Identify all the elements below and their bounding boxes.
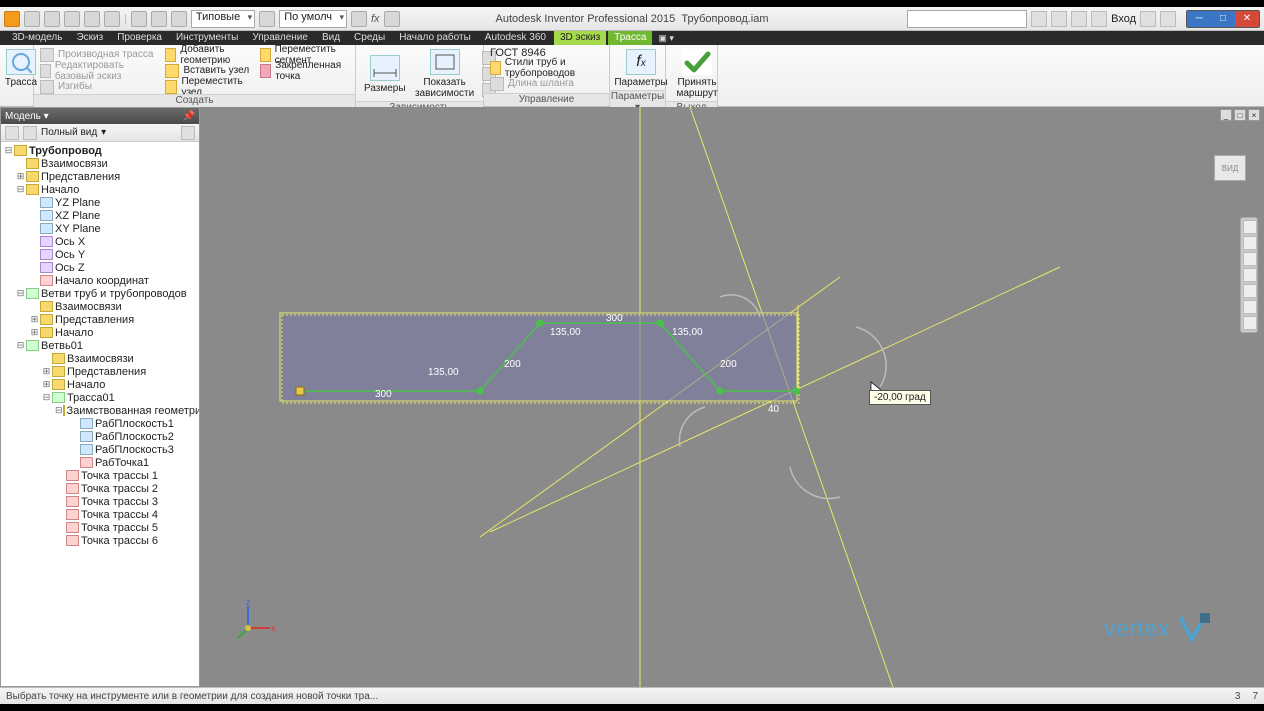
favorite-icon[interactable]	[1140, 11, 1156, 27]
svg-text:135,00: 135,00	[672, 327, 703, 338]
move-node-button[interactable]: Переместить узел	[165, 79, 251, 94]
bends-icon	[40, 80, 54, 94]
panel-manage-label: Управление	[484, 93, 609, 106]
minimize-button[interactable]: ─	[1187, 11, 1211, 27]
pipe-styles-button[interactable]: Стили труб и трубопроводов	[490, 60, 603, 75]
axis-triad: z x	[236, 600, 276, 643]
app-icon[interactable]	[4, 11, 20, 27]
svg-text:200: 200	[720, 359, 737, 370]
derived-route-icon	[40, 48, 54, 62]
svg-text:200: 200	[504, 359, 521, 370]
svg-text:z: z	[246, 600, 251, 607]
show-constraints-button[interactable]: Показать зависимости	[416, 47, 474, 101]
tab-overflow-icon[interactable]: ▣ ▾	[654, 33, 678, 44]
help-search-input[interactable]	[907, 10, 1027, 28]
close-button[interactable]: ✕	[1235, 11, 1259, 27]
angle-tooltip: -20,00 град	[869, 390, 931, 405]
maximize-button[interactable]: □	[1211, 11, 1235, 27]
parameters-button[interactable]: fx Параметры	[616, 47, 666, 90]
accept-route-icon	[682, 49, 712, 75]
route-tool-button[interactable]: Трасса	[6, 47, 36, 90]
qat-undo-icon[interactable]	[84, 11, 100, 27]
fixed-point-button[interactable]: Закрепленная точка	[260, 63, 349, 78]
svg-text:135,00: 135,00	[550, 327, 581, 338]
qat-home-icon[interactable]	[131, 11, 147, 27]
help-icon[interactable]	[1160, 11, 1176, 27]
qat-redo-icon[interactable]	[104, 11, 120, 27]
accept-route-button[interactable]: Принять маршрут	[672, 47, 722, 101]
user-icon[interactable]	[1091, 11, 1107, 27]
title-text: Autodesk Inventor Professional 2015 Труб…	[495, 13, 768, 25]
hose-length-button[interactable]: Длина шланга	[490, 76, 603, 91]
tab-getstarted[interactable]: Начало работы	[393, 31, 477, 45]
search-icon[interactable]	[1031, 11, 1047, 27]
tab-inspect[interactable]: Проверка	[111, 31, 168, 45]
filter-label[interactable]: Полный вид	[41, 127, 97, 138]
ribbon: Трасса Производная трасса Редактировать …	[0, 45, 1264, 107]
qat-new-icon[interactable]	[24, 11, 40, 27]
route-tool-icon	[6, 49, 36, 75]
add-geometry-icon	[165, 48, 176, 62]
parameters-icon: fx	[626, 49, 656, 75]
model-browser: Модель ▾📌 Полный вид ▾ ⊟Трубопровод Взаи…	[0, 107, 200, 687]
edit-base-sketch-button[interactable]: Редактировать базовый эскиз	[40, 63, 157, 78]
show-constraints-icon	[430, 49, 460, 75]
move-segment-icon	[260, 48, 271, 62]
edit-base-sketch-icon	[40, 64, 51, 78]
tab-a360[interactable]: Autodesk 360	[479, 31, 552, 45]
qat-select-icon[interactable]	[151, 11, 167, 27]
material-combo[interactable]: По умолч	[279, 10, 347, 28]
view-icon[interactable]	[23, 126, 37, 140]
qat-open-icon[interactable]	[44, 11, 60, 27]
browser-tool-icon[interactable]	[181, 126, 195, 140]
dimensions-icon	[370, 55, 400, 81]
panel-create-label: Создать	[34, 94, 355, 107]
signin-label[interactable]: Вход	[1111, 13, 1136, 25]
status-message: Выбрать точку на инструменте или в геоме…	[6, 691, 378, 702]
fx-icon[interactable]: fx	[371, 13, 380, 25]
browser-pin-icon[interactable]: 📌	[183, 111, 195, 122]
filter-icon[interactable]	[5, 126, 19, 140]
svg-text:300: 300	[606, 313, 623, 324]
tab-sketch[interactable]: Эскиз	[70, 31, 109, 45]
sketch-drawing: 300 300 135,00 135,00 135,00 200 200 40	[200, 107, 1264, 687]
qat-more-icon[interactable]	[384, 11, 400, 27]
hose-length-icon	[490, 77, 504, 91]
tab-3dmodel[interactable]: 3D-модель	[6, 31, 68, 45]
insert-node-icon	[165, 64, 179, 78]
svg-text:135,00: 135,00	[428, 367, 459, 378]
qat-measure-icon[interactable]	[351, 11, 367, 27]
browser-header[interactable]: Модель ▾📌	[1, 108, 199, 124]
status-num2: 7	[1252, 691, 1258, 702]
fixed-point-icon	[260, 64, 271, 78]
pipe-styles-icon	[490, 61, 501, 75]
svg-text:x: x	[271, 623, 276, 633]
qat-material-icon[interactable]	[259, 11, 275, 27]
main-area: Модель ▾📌 Полный вид ▾ ⊟Трубопровод Взаи…	[0, 107, 1264, 687]
tab-3dsketch[interactable]: 3D эскиз	[554, 31, 606, 45]
move-node-icon	[165, 80, 177, 94]
dimensions-button[interactable]: Размеры	[362, 53, 408, 96]
qat-props-icon[interactable]	[171, 11, 187, 27]
svg-text:40: 40	[768, 404, 780, 415]
qat-save-icon[interactable]	[64, 11, 80, 27]
browser-tree[interactable]: ⊟Трубопровод Взаимосвязи ⊞Представления …	[1, 142, 199, 686]
tab-environments[interactable]: Среды	[348, 31, 391, 45]
status-num1: 3	[1235, 691, 1241, 702]
window-buttons: ─ □ ✕	[1186, 10, 1260, 28]
subscription-icon[interactable]	[1051, 11, 1067, 27]
browser-toolbar: Полный вид ▾	[1, 124, 199, 142]
add-geometry-button[interactable]: Добавить геометрию	[165, 47, 251, 62]
appearance-combo[interactable]: Типовые	[191, 10, 255, 28]
watermark: vertex	[1104, 611, 1214, 647]
status-bar: Выбрать точку на инструменте или в геоме…	[0, 687, 1264, 704]
title-bar: | Типовые По умолч fx Autodesk Inventor …	[0, 7, 1264, 31]
exchange-icon[interactable]	[1071, 11, 1087, 27]
svg-text:300: 300	[375, 389, 392, 400]
bends-button[interactable]: Изгибы	[40, 79, 157, 94]
tab-route[interactable]: Трасса	[608, 31, 652, 45]
viewport[interactable]: _ □ × ВИД	[200, 107, 1264, 687]
bottom-black-band	[0, 704, 1264, 711]
top-black-band	[0, 0, 1264, 7]
